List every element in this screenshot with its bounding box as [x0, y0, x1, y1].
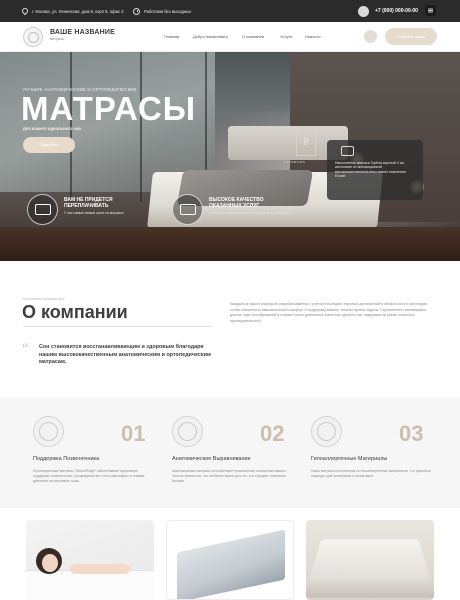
hero-feature-1: ВАМ НЕ ПРИДЕТСЯ ПЕРЕПЛАЧИВАТЬ У нас самы… [27, 194, 134, 225]
person-face [42, 554, 58, 572]
hero-floor [0, 227, 460, 261]
feature-title: ВАМ НЕ ПРИДЕТСЯ ПЕРЕПЛАЧИВАТЬ [64, 197, 113, 209]
brand-plate: P [296, 128, 316, 156]
phone-block[interactable]: +7 (000) 000-00-00 [358, 0, 418, 22]
hero-feature-2: ВЫСОКОЕ КАЧЕСТВО ОКАЗАННЫХ УСЛУГ Только … [172, 194, 291, 225]
hours-text: Работаем без выходных [144, 8, 192, 14]
feature-title: ВЫСОКОЕ КАЧЕСТВО ОКАЗАННЫХ УСЛУГ [209, 197, 264, 209]
quality-icon [172, 194, 203, 225]
phone-number[interactable]: +7 (000) 000-00-00 [375, 8, 418, 14]
hours-block: Работаем без выходных [133, 0, 191, 22]
benefits-section: 01 Поддержка Позвоночника Ортопедические… [0, 398, 460, 508]
nav-item-services[interactable]: Услуги [280, 34, 292, 39]
location-pin-icon [20, 6, 30, 16]
hero-more-button[interactable]: Подробнее [23, 137, 75, 153]
site-header: ВАШЕ НАЗВАНИЕ матрасы Главная Добро пожа… [0, 22, 460, 52]
spine-icon [33, 416, 64, 447]
product-image-mattress-top[interactable] [306, 520, 434, 600]
mattress-icon [306, 539, 434, 598]
benefit-desc: Ортопедические матрасы "DreamRidge" обес… [33, 469, 145, 483]
clock-icon [133, 7, 140, 15]
pillow [26, 570, 154, 600]
search-icon[interactable] [364, 30, 377, 43]
about-quote: Сон становится восстанавливающим и здоро… [39, 344, 211, 366]
brand-slogan: матрасы [50, 37, 65, 41]
brand[interactable]: ВАШЕ НАЗВАНИЕ матрасы [50, 29, 115, 41]
hero-tagline: для вашего идеального сна [23, 126, 81, 131]
nav-item-home[interactable]: Главная [164, 34, 179, 39]
info-card: Наполнитель матраса Topfera высотой 4 см… [327, 140, 423, 200]
brand-name: ВАШЕ НАЗВАНИЕ [50, 29, 116, 36]
person-arm [70, 564, 130, 574]
feature-desc: У нас самые низкие цены на матрасы [64, 211, 124, 215]
benefit-number: 03 [399, 421, 424, 446]
benefit-desc: Анатомические матрасы способствуют прави… [172, 469, 287, 483]
about-body: Каждый из наших матрасов разрабатывается… [230, 302, 428, 324]
price-icon [27, 194, 58, 225]
product-image-sleeping[interactable] [26, 520, 154, 600]
product-image-mattress-layers[interactable] [166, 520, 294, 600]
window-frame [140, 52, 142, 202]
nav-item-news[interactable]: Новости [305, 34, 320, 39]
logo-icon[interactable] [23, 27, 43, 47]
request-button[interactable]: Оставить заявку [385, 28, 437, 45]
bed-icon [341, 146, 354, 156]
benefit-desc: Наши матрасы изготовлены из гипоаллерген… [311, 469, 431, 478]
leaf-icon [311, 416, 342, 447]
hero-title: МАТРАСЫ [21, 90, 197, 127]
body-icon [172, 416, 203, 447]
brand-plate-text: TAXSEILES [284, 160, 306, 164]
benefit-title: Гипоаллергенные Материалы [311, 456, 388, 462]
top-bar: г. Москва, ул. Ленинская, дом 8, корп 8,… [0, 0, 460, 22]
nav-item-welcome[interactable]: Добро пожаловать [193, 34, 228, 39]
about-kicker: Матрасная мануфактура [23, 297, 65, 301]
feature-desc: Только сертифицированные продукты и мате… [209, 211, 291, 215]
quote-icon: “ [22, 341, 29, 357]
benefit-title: Поддержка Позвоночника [33, 456, 100, 462]
address-text: г. Москва, ул. Ленинская, дом 8, корп 8,… [32, 8, 124, 14]
info-card-text: Наполнитель матраса Topfera высотой 4 см… [335, 161, 406, 179]
phone-icon [358, 5, 369, 17]
divider [23, 326, 213, 327]
about-title: О компании [22, 302, 128, 322]
benefit-number: 02 [260, 421, 285, 446]
menu-button[interactable] [425, 5, 436, 16]
benefit-title: Анатомическое Выравнивание [172, 456, 251, 462]
hamburger-icon [428, 10, 433, 11]
address-block: г. Москва, ул. Ленинская, дом 8, корп 8,… [20, 0, 124, 22]
hero-banner: P TAXSEILES Наполнитель матраса Topfera … [0, 52, 460, 261]
nav-item-about[interactable]: О компании [242, 34, 264, 39]
benefit-number: 01 [121, 421, 146, 446]
mattress-layers-icon [177, 529, 285, 599]
